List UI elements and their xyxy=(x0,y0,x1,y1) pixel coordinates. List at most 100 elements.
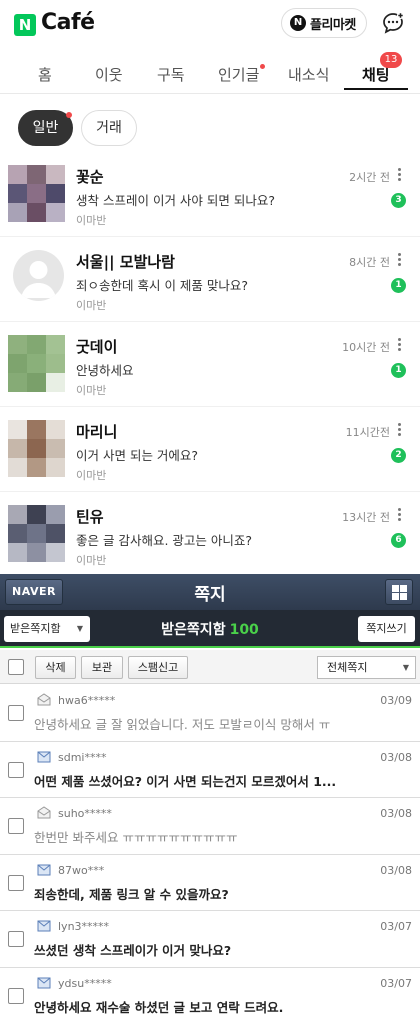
inbox-label: 받은쪽지함 xyxy=(161,622,226,638)
dropdown-arrow-icon: ▼ xyxy=(402,663,409,672)
chat-time: 11시간전 xyxy=(345,426,390,439)
general-new-dot xyxy=(66,112,72,118)
note-sender: suho***** xyxy=(58,807,112,820)
tab-my-news[interactable]: 내소식 xyxy=(288,64,329,85)
unread-count-badge: 2 xyxy=(391,448,406,463)
chat-room-item[interactable]: 굿데이 안녕하세요 이마반 10시간 전 1 xyxy=(0,322,420,407)
blurred-avatar xyxy=(8,505,65,562)
blurred-avatar xyxy=(8,335,65,392)
chat-room-name: 꽃순 xyxy=(76,168,104,186)
cafe-logo-mark[interactable]: N xyxy=(14,14,36,36)
note-toolbar: 삭제 보관 스팸신고 전체쪽지 ▼ xyxy=(0,650,420,684)
active-tab-indicator xyxy=(344,88,408,90)
note-checkbox[interactable] xyxy=(8,931,24,947)
chat-last-message: 좋은 글 감사해요. 광고는 아니죠? xyxy=(76,533,253,548)
write-note-button[interactable]: 쪽지쓰기 xyxy=(358,616,415,642)
note-checkbox[interactable] xyxy=(8,818,24,834)
chat-list: 꽃순 생착 스프레이 이거 사야 되면 되나요? 이마반 2시간 전 3 서울|… xyxy=(0,152,420,577)
chat-time: 2시간 전 xyxy=(349,171,390,184)
person-silhouette-icon xyxy=(21,261,56,298)
note-row[interactable]: hwa6***** 03/09 안녕하세요 글 잘 읽었습니다. 저도 모발ㄹ이… xyxy=(0,685,420,742)
more-options-icon[interactable] xyxy=(398,423,402,437)
unread-envelope-icon xyxy=(37,864,51,875)
note-header: NAVER 쪽지 xyxy=(0,574,420,610)
note-date: 03/09 xyxy=(380,694,412,707)
note-filter-value: 전체쪽지 xyxy=(327,661,368,674)
chat-room-name: 서울|| 모발나람 xyxy=(76,253,175,271)
note-row[interactable]: suho***** 03/08 한번만 봐주세요 ㅠㅠㅠㅠㅠㅠㅠㅠㅠㅠ xyxy=(0,798,420,855)
unread-count-badge: 3 xyxy=(391,193,406,208)
select-all-checkbox[interactable] xyxy=(8,659,24,675)
note-preview[interactable]: 어떤 제품 쓰셨어요? 이거 사면 되는건지 모르겠어서 1... xyxy=(34,771,364,790)
note-checkbox[interactable] xyxy=(8,987,24,1004)
delete-button[interactable]: 삭제 xyxy=(35,656,76,679)
filter-general-chip[interactable]: 일반 xyxy=(18,110,73,146)
chat-last-message: 생착 스프레이 이거 사야 되면 되나요? xyxy=(76,193,276,208)
flea-market-button[interactable]: N 플리마켓 xyxy=(281,8,367,38)
flea-market-label: 플리마켓 xyxy=(310,17,356,33)
note-checkbox[interactable] xyxy=(8,761,24,778)
chat-cafe-name: 이마반 xyxy=(76,384,107,397)
note-row[interactable]: ydsu***** 03/07 안녕하세요 재수술 하셨던 글 보고 연락 드려… xyxy=(0,968,420,1021)
note-filter-select[interactable]: 전체쪽지 ▼ xyxy=(317,656,416,679)
keep-button[interactable]: 보관 xyxy=(81,656,123,679)
tab-neighbors[interactable]: 이웃 xyxy=(95,64,123,85)
chat-room-name: 굿데이 xyxy=(76,338,118,356)
note-sender: hwa6***** xyxy=(58,694,116,707)
chat-room-item[interactable]: 마리니 이거 사면 되는 거에요? 이마반 11시간전 2 xyxy=(0,407,420,492)
note-mailbox-bar: 받은쪽지함 ▼ 받은쪽지함 100 쪽지쓰기 xyxy=(0,610,420,648)
naver-n-icon: N xyxy=(290,15,306,31)
more-options-icon[interactable] xyxy=(398,168,402,182)
note-sender: sdmi**** xyxy=(58,750,107,764)
chat-cafe-name: 이마반 xyxy=(76,214,107,227)
read-envelope-icon xyxy=(37,806,51,819)
note-checkbox[interactable] xyxy=(8,705,24,721)
note-preview[interactable]: 안녕하세요 글 잘 읽었습니다. 저도 모발ㄹ이식 망해서 ㅠ xyxy=(34,714,364,733)
chat-room-item[interactable]: 틴유 좋은 글 감사해요. 광고는 아니죠? 이마반 13시간 전 6 xyxy=(0,492,420,577)
note-title: 쪽지 xyxy=(194,585,226,605)
unread-count-badge: 1 xyxy=(391,363,406,378)
cafe-logo-text[interactable]: Café xyxy=(41,10,95,35)
chat-last-message: 안녕하세요 xyxy=(76,363,134,378)
app-header: N Café N 플리마켓 xyxy=(0,0,420,48)
blurred-avatar xyxy=(8,420,65,477)
note-sender: ydsu***** xyxy=(58,976,112,990)
read-envelope-icon xyxy=(37,693,51,706)
note-preview[interactable]: 한번만 봐주세요 ㅠㅠㅠㅠㅠㅠㅠㅠㅠㅠ xyxy=(34,827,364,846)
unread-count-badge: 1 xyxy=(391,278,406,293)
chat-time: 8시간 전 xyxy=(349,256,390,269)
note-row[interactable]: sdmi**** 03/08 어떤 제품 쓰셨어요? 이거 사면 되는건지 모르… xyxy=(0,742,420,798)
tab-home[interactable]: 홈 xyxy=(38,64,52,85)
note-date: 03/08 xyxy=(380,750,412,764)
chat-room-name: 마리니 xyxy=(76,423,118,441)
note-row[interactable]: 87wo*** 03/08 죄송한데, 제품 링크 알 수 있을까요? xyxy=(0,855,420,911)
unread-count-badge: 6 xyxy=(391,533,406,548)
note-preview[interactable]: 안녕하세요 재수술 하셨던 글 보고 연락 드려요. xyxy=(34,997,364,1016)
blurred-avatar xyxy=(8,165,65,222)
chat-room-item[interactable]: 서울|| 모발나람 죄ㅇ송한데 혹시 이 제품 맞나요? 이마반 8시간 전 1 xyxy=(0,237,420,322)
filter-trade-chip[interactable]: 거래 xyxy=(81,110,137,146)
note-date: 03/08 xyxy=(380,807,412,820)
more-options-icon[interactable] xyxy=(398,338,402,352)
note-checkbox[interactable] xyxy=(8,874,24,891)
grid-menu-button[interactable] xyxy=(385,579,413,605)
new-chat-icon[interactable] xyxy=(381,11,405,35)
chat-time: 13시간 전 xyxy=(342,511,390,524)
unread-envelope-icon xyxy=(37,751,51,762)
popular-new-dot xyxy=(260,64,265,69)
unread-envelope-icon xyxy=(37,977,51,988)
unread-envelope-icon xyxy=(37,920,51,932)
report-spam-button[interactable]: 스팸신고 xyxy=(128,656,188,679)
tab-subscriptions[interactable]: 구독 xyxy=(157,64,185,85)
more-options-icon[interactable] xyxy=(398,508,402,522)
note-row[interactable]: lyn3***** 03/07 쓰셨던 생착 스프레이가 이거 맞나요? xyxy=(0,911,420,968)
note-preview[interactable]: 쓰셨던 생착 스프레이가 이거 맞나요? xyxy=(34,940,364,959)
note-preview[interactable]: 죄송한데, 제품 링크 알 수 있을까요? xyxy=(34,884,364,903)
note-list: hwa6***** 03/09 안녕하세요 글 잘 읽었습니다. 저도 모발ㄹ이… xyxy=(0,685,420,1021)
chat-cafe-name: 이마반 xyxy=(76,299,107,312)
tab-popular[interactable]: 인기글 xyxy=(218,64,259,85)
chat-room-item[interactable]: 꽃순 생착 스프레이 이거 사야 되면 되나요? 이마반 2시간 전 3 xyxy=(0,152,420,237)
more-options-icon[interactable] xyxy=(398,253,402,267)
chat-cafe-name: 이마반 xyxy=(76,469,107,482)
note-date: 03/08 xyxy=(380,863,412,877)
